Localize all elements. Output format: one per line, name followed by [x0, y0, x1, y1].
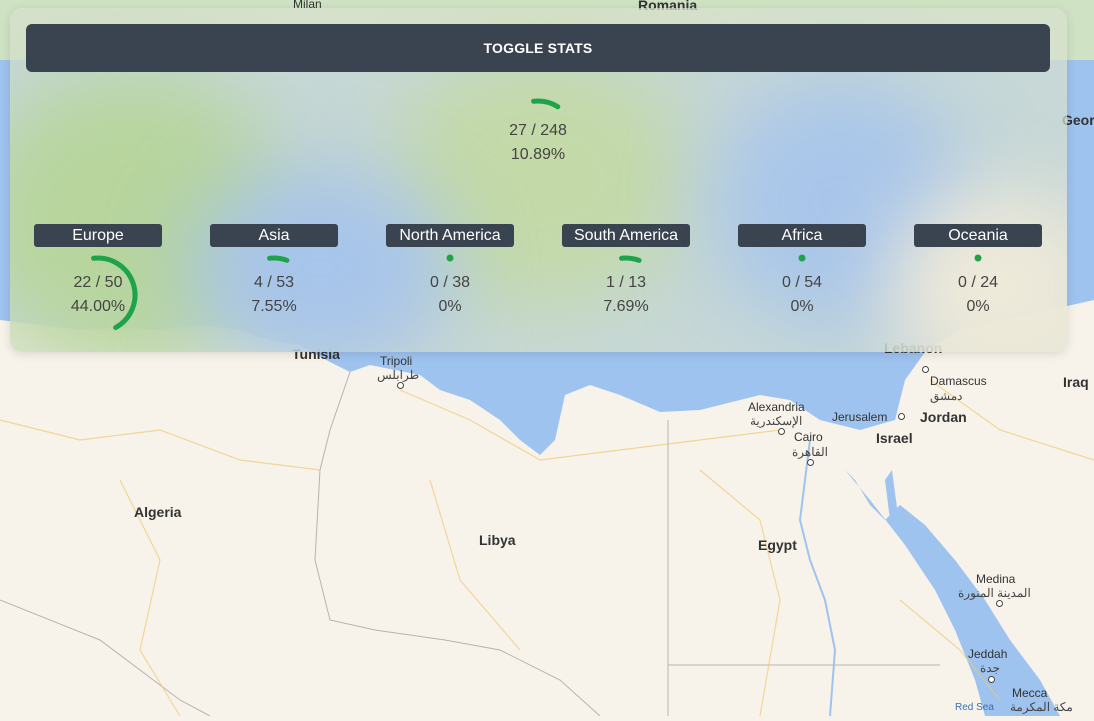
gauge-progress-dot — [798, 254, 806, 262]
stats-panel: TOGGLE STATS 27 / 248 10.89% Europe 22 /… — [10, 8, 1067, 352]
label-libya: Libya — [479, 532, 516, 548]
city-dot-tripoli — [397, 382, 404, 389]
city-dot-alexandria — [778, 428, 785, 435]
region-count-south-america: 1 / 13 — [605, 274, 647, 291]
label-medina: Medina — [976, 572, 1016, 586]
toggle-stats-button[interactable]: TOGGLE STATS — [26, 24, 1050, 72]
region-count-north-america: 0 / 38 — [429, 274, 471, 291]
label-israel: Israel — [876, 430, 913, 446]
city-dot-jerusalem — [898, 413, 905, 420]
city-dot-medina — [996, 600, 1003, 607]
region-label-oceania: Oceania — [914, 224, 1042, 247]
label-jeddah-ar: جدة — [980, 661, 1001, 675]
label-mecca: Mecca — [1012, 686, 1048, 700]
region-percent-oceania: 0% — [966, 298, 990, 315]
label-damascus-ar: دمشق — [930, 389, 963, 403]
gauge-progress-dot — [974, 254, 982, 262]
region-label-asia: Asia — [210, 224, 338, 247]
label-damascus: Damascus — [930, 374, 987, 388]
label-jeddah: Jeddah — [968, 647, 1008, 661]
label-cairo: Cairo — [794, 430, 823, 444]
city-dot-cairo — [807, 459, 814, 466]
label-cairo-ar: القاهرة — [792, 445, 828, 459]
city-dot-jeddah — [988, 676, 995, 683]
region-count-africa: 0 / 54 — [781, 274, 823, 291]
label-medina-ar: المدينة المنورة — [958, 586, 1031, 600]
total-percent: 10.89% — [510, 146, 566, 163]
region-percent-africa: 0% — [790, 298, 814, 315]
region-percent-asia: 7.55% — [251, 298, 297, 315]
total-count: 27 / 248 — [509, 122, 567, 139]
label-red-sea: Red Sea — [955, 702, 994, 713]
gauge-progress-arc — [619, 255, 642, 263]
city-dot-damascus — [922, 366, 929, 373]
region-count-oceania: 0 / 24 — [957, 274, 999, 291]
label-alexandria-ar: الإسكندرية — [750, 414, 803, 428]
region-percent-europe: 44.00% — [70, 298, 126, 315]
region-label-north-america: North America — [386, 224, 514, 247]
region-label-africa: Africa — [738, 224, 866, 247]
gauge-progress-arc — [267, 255, 290, 263]
region-label-south-america: South America — [562, 224, 690, 247]
label-tripoli-ar: طرابلس — [377, 368, 420, 382]
region-percent-north-america: 0% — [438, 298, 462, 315]
label-egypt: Egypt — [758, 537, 797, 553]
label-tripoli: Tripoli — [380, 354, 413, 368]
label-jordan: Jordan — [920, 409, 967, 425]
region-label-europe: Europe — [34, 224, 162, 247]
label-jerusalem: Jerusalem — [832, 410, 888, 424]
region-percent-south-america: 7.69% — [603, 298, 649, 315]
label-alexandria: Alexandria — [748, 400, 805, 414]
label-mecca-ar: مكة المكرمة — [1010, 700, 1073, 714]
gauge-progress-dot — [446, 254, 454, 262]
region-count-asia: 4 / 53 — [253, 274, 295, 291]
label-algeria: Algeria — [134, 504, 182, 520]
label-iraq: Iraq — [1063, 374, 1089, 390]
region-count-europe: 22 / 50 — [73, 274, 123, 291]
gauge-progress-arc — [531, 98, 561, 110]
